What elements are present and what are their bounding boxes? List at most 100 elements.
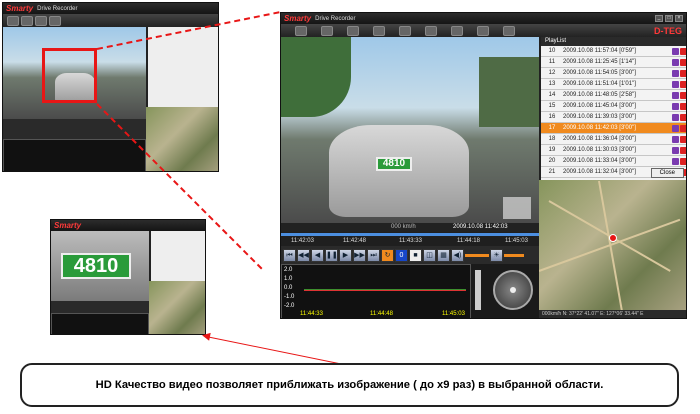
timeline[interactable]: 11:42:03 11:42:48 11:43:33 11:44:18 11:4…: [281, 232, 539, 246]
row-number: 10: [548, 48, 556, 54]
record-icon: [680, 69, 686, 77]
tools-icon[interactable]: [425, 25, 437, 36]
speed-readout: 000 km/h: [391, 224, 416, 230]
row-number: 19: [548, 147, 556, 153]
volume-icon[interactable]: ◀): [451, 248, 464, 262]
video-view[interactable]: 4810: [51, 231, 149, 301]
toolbar-button[interactable]: [21, 15, 33, 26]
zoom-slider[interactable]: [475, 270, 481, 310]
close-button[interactable]: Close: [650, 168, 684, 178]
map-view[interactable]: [149, 281, 205, 334]
arrowhead-icon: [201, 331, 211, 341]
camera-icon[interactable]: [321, 25, 333, 36]
playlist-title: PlayList: [541, 37, 686, 46]
record-icon: [680, 146, 686, 154]
event-icon: [672, 146, 679, 154]
graph-line: [304, 290, 466, 291]
minimize-icon[interactable]: _: [655, 15, 663, 22]
settings-icon[interactable]: [399, 25, 411, 36]
print-icon[interactable]: [373, 25, 385, 36]
license-plate: 4810: [376, 157, 412, 171]
playlist-row[interactable]: 14 2009.10.08 11:48:05 [2'58"]: [541, 90, 686, 101]
playlist-row[interactable]: 12 2009.10.08 11:54:05 [3'00"]: [541, 68, 686, 79]
map-view[interactable]: [539, 180, 686, 310]
playlist-row[interactable]: 16 2009.10.08 11:39:03 [3'00"]: [541, 112, 686, 123]
timeline-progress[interactable]: [281, 233, 539, 236]
step-back-icon[interactable]: ◀: [311, 248, 324, 262]
toolbar: [3, 14, 218, 27]
rewind-icon[interactable]: ◀◀: [297, 248, 310, 262]
mask-icon[interactable]: ▦: [437, 248, 450, 262]
stop-icon[interactable]: ■: [409, 248, 422, 262]
row-datetime: 2009.10.08 11:25:45 [1'14"]: [563, 59, 636, 65]
row-datetime: 2009.10.08 11:51:04 [1'01"]: [563, 81, 636, 87]
row-datetime: 2009.10.08 11:45:04 [3'00"]: [563, 103, 636, 109]
speed-field[interactable]: 0: [395, 248, 408, 262]
video-view[interactable]: 4810: [281, 37, 539, 223]
row-number: 20: [548, 158, 556, 164]
brightness-slider[interactable]: [504, 253, 524, 257]
capture-icon[interactable]: ◫: [423, 248, 436, 262]
row-datetime: 2009.10.08 11:33:04 [3'00"]: [563, 158, 636, 164]
playlist-row[interactable]: 20 2009.10.08 11:33:04 [3'00"]: [541, 156, 686, 167]
loop-icon[interactable]: ↻: [381, 248, 394, 262]
playlist-row[interactable]: 17 2009.10.08 11:42:03 [3'00"]: [541, 123, 686, 134]
event-icon: [672, 47, 679, 55]
close-icon[interactable]: ×: [675, 15, 683, 22]
playback-controls: [51, 301, 149, 313]
graph-label: 0.0: [284, 285, 293, 291]
play-icon[interactable]: ▶: [339, 248, 352, 262]
main-window: Smarty Drive Recorder _ □ × D-TEG 4810 000…: [280, 12, 687, 319]
row-number: 16: [548, 114, 556, 120]
row-number: 13: [548, 81, 556, 87]
playlist-row[interactable]: 18 2009.10.08 11:36:04 [3'00"]: [541, 134, 686, 145]
row-datetime: 2009.10.08 11:36:04 [3'00"]: [563, 136, 636, 142]
skip-forward-icon[interactable]: ⏭: [367, 248, 380, 262]
pause-icon[interactable]: ❚❚: [325, 248, 338, 262]
title-bar: Smarty Drive Recorder: [3, 3, 218, 14]
skip-back-icon[interactable]: ⏮: [283, 248, 296, 262]
playlist-row[interactable]: 11 2009.10.08 11:25:45 [1'14"]: [541, 57, 686, 68]
playback-controls: ⏮ ◀◀ ◀ ❚❚ ▶ ▶▶ ⏭ ↻ 0 ■ ◫ ▦ ◀) ☀: [281, 246, 539, 264]
fast-forward-icon[interactable]: ▶▶: [353, 248, 366, 262]
compass-center: [510, 287, 516, 293]
toolbar-button[interactable]: [35, 15, 47, 26]
app-title: Drive Recorder: [315, 15, 356, 22]
row-number: 14: [548, 92, 556, 98]
record-icon: [680, 157, 686, 165]
row-datetime: 2009.10.08 11:39:03 [3'00"]: [563, 114, 636, 120]
toolbar-button[interactable]: [7, 15, 19, 26]
car-image: [329, 125, 469, 217]
record-icon: [680, 47, 686, 55]
caption-text: HD Качество видео позволяет приближать и…: [95, 379, 604, 391]
timeline-tick: 11:43:33: [399, 238, 422, 244]
app-logo: Smarty: [54, 221, 82, 230]
zoom-preview-box[interactable]: [503, 197, 531, 219]
event-icon: [672, 80, 679, 88]
record-icon: [680, 135, 686, 143]
brightness-icon[interactable]: ☀: [490, 248, 503, 262]
playlist-row[interactable]: 13 2009.10.08 11:51:04 [1'01"]: [541, 79, 686, 90]
folder-icon[interactable]: [347, 25, 359, 36]
timeline-tick: 11:44:18: [457, 238, 480, 244]
row-datetime: 2009.10.08 11:48:05 [2'58"]: [563, 92, 636, 98]
playlist-panel: [146, 27, 218, 107]
playlist-row[interactable]: 19 2009.10.08 11:30:03 [3'00"]: [541, 145, 686, 156]
row-datetime: 2009.10.08 11:54:05 [3'00"]: [563, 70, 636, 76]
volume-slider[interactable]: [465, 253, 489, 257]
graph-tick: 11:45:03: [442, 311, 465, 317]
open-file-icon[interactable]: [295, 25, 307, 36]
maximize-icon[interactable]: □: [665, 15, 673, 22]
app-title: Drive Recorder: [37, 5, 78, 12]
info-icon[interactable]: [503, 25, 515, 36]
save-icon[interactable]: [451, 25, 463, 36]
graph-label: -1.0: [284, 294, 295, 300]
playlist-row[interactable]: 10 2009.10.08 11:57:04 [0'59"]: [541, 46, 686, 57]
playlist-row[interactable]: 15 2009.10.08 11:45:04 [3'00"]: [541, 101, 686, 112]
gsensor-graph: [51, 313, 149, 334]
app-logo: Smarty: [284, 14, 312, 23]
window-controls: _ □ ×: [655, 15, 683, 22]
toolbar-button[interactable]: [49, 15, 61, 26]
export-icon[interactable]: [477, 25, 489, 36]
row-datetime: 2009.10.08 11:42:03 [3'00"]: [563, 125, 636, 131]
